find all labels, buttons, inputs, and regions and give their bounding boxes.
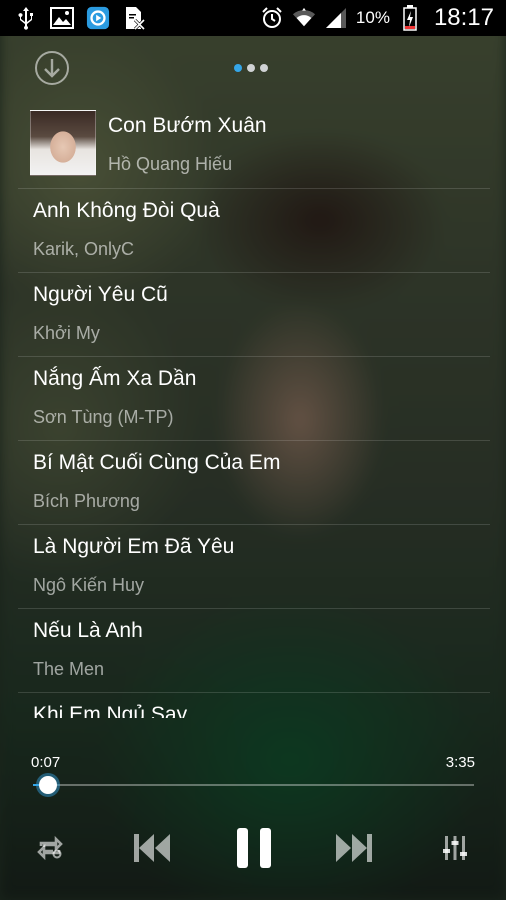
- list-item[interactable]: Là Người Em Đã Yêu Ngô Kiến Huy: [0, 525, 506, 608]
- document-icon: [122, 6, 146, 30]
- page-dot-2[interactable]: [247, 64, 255, 72]
- track-title: Là Người Em Đã Yêu: [33, 535, 235, 558]
- pause-icon: [237, 828, 271, 868]
- now-playing-row[interactable]: Con Bướm Xuân Hồ Quang Hiếu: [0, 108, 506, 188]
- now-playing-artist: Hồ Quang Hiếu: [108, 154, 233, 174]
- track-title: Nếu Là Anh: [33, 619, 143, 642]
- seek-thumb[interactable]: [38, 776, 57, 794]
- progress-section: 0:07 3:35: [0, 750, 506, 800]
- usb-icon: [14, 6, 38, 30]
- track-title: Bí Mật Cuối Cùng Của Em: [33, 451, 281, 474]
- playlist[interactable]: Anh Không Đòi Quà Karik, OnlyC Người Yêu…: [0, 188, 506, 718]
- track-title: Anh Không Đòi Quà: [33, 199, 220, 222]
- repeat-icon: [37, 835, 63, 861]
- previous-icon: [134, 834, 170, 862]
- track-title: Khi Em Ngủ Say: [33, 703, 188, 718]
- total-time: 3:35: [445, 754, 475, 771]
- equalizer-icon: [443, 836, 467, 860]
- alarm-icon: [260, 6, 284, 30]
- wifi-icon: [292, 6, 316, 30]
- equalizer-button[interactable]: [440, 832, 470, 864]
- download-icon: [35, 51, 69, 85]
- player-header: [0, 36, 506, 100]
- album-art: [30, 110, 96, 176]
- page-dot-3[interactable]: [260, 64, 268, 72]
- list-item[interactable]: Người Yêu Cũ Khởi My: [0, 273, 506, 356]
- previous-button[interactable]: [132, 830, 172, 866]
- track-artist: Sơn Tùng (M-TP): [33, 407, 174, 427]
- track-artist: Karik, OnlyC: [33, 239, 135, 259]
- page-dot-1[interactable]: [234, 64, 242, 72]
- playback-controls: [0, 810, 506, 890]
- track-artist: Bích Phương: [33, 491, 140, 511]
- list-item[interactable]: Nắng Ấm Xa Dần Sơn Tùng (M-TP): [0, 357, 506, 440]
- signal-icon: [324, 6, 348, 30]
- track-artist: Khởi My: [33, 323, 100, 343]
- list-item[interactable]: Khi Em Ngủ Say: [0, 693, 506, 718]
- page-indicator: [234, 64, 268, 72]
- battery-percent: 10%: [355, 8, 390, 27]
- next-button[interactable]: [334, 830, 374, 866]
- track-artist: The Men: [33, 659, 105, 679]
- seek-bar[interactable]: [33, 776, 474, 794]
- track-artist: Ngô Kiến Huy: [33, 575, 145, 595]
- elapsed-time: 0:07: [31, 754, 61, 771]
- list-item[interactable]: Bí Mật Cuối Cùng Của Em Bích Phương: [0, 441, 506, 524]
- battery-charging-icon: [398, 5, 422, 31]
- status-bar: 10% 18:17: [0, 0, 506, 36]
- repeat-button[interactable]: [34, 832, 66, 864]
- gallery-icon: [50, 6, 74, 30]
- track-title: Người Yêu Cũ: [33, 283, 168, 306]
- list-item[interactable]: Nếu Là Anh The Men: [0, 609, 506, 692]
- list-item[interactable]: Anh Không Đòi Quà Karik, OnlyC: [0, 189, 506, 272]
- download-button[interactable]: [34, 50, 70, 86]
- pause-button[interactable]: [232, 826, 276, 870]
- clock: 18:17: [433, 4, 494, 31]
- app-icon: [86, 6, 110, 30]
- now-playing-title: Con Bướm Xuân: [108, 114, 267, 137]
- track-title: Nắng Ấm Xa Dần: [33, 367, 197, 390]
- next-icon: [336, 834, 372, 862]
